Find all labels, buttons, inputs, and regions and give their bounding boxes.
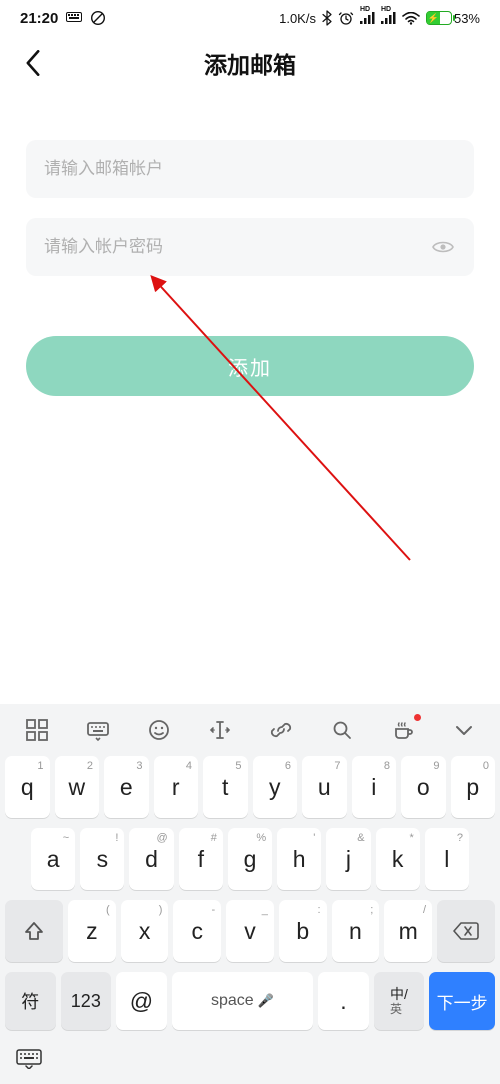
- toggle-password-visibility-button[interactable]: [430, 233, 456, 261]
- battery-percent: 53%: [454, 11, 480, 26]
- kb-row-3: (z)x-c_v:b;n/m: [5, 900, 495, 962]
- kb-tool-collapse-icon[interactable]: [442, 708, 486, 752]
- status-net-speed: 1.0K/s: [279, 11, 316, 26]
- kb-language-key[interactable]: 中/英: [374, 972, 425, 1030]
- kb-shift-key[interactable]: [5, 900, 63, 962]
- kb-key-e[interactable]: 3e: [104, 756, 149, 818]
- do-not-disturb-icon: [90, 10, 106, 26]
- ime-indicator-icon: [66, 12, 82, 24]
- kb-numeric-key[interactable]: 123: [61, 972, 112, 1030]
- kb-key-j[interactable]: &j: [326, 828, 370, 890]
- account-field-wrap[interactable]: [26, 140, 474, 198]
- kb-backspace-key[interactable]: [437, 900, 495, 962]
- keyboard-toolbar: [0, 704, 500, 756]
- kb-tool-cursor-icon[interactable]: [198, 708, 242, 752]
- add-submit-button[interactable]: 添加: [26, 336, 474, 396]
- kb-tool-link-icon[interactable]: [259, 708, 303, 752]
- kb-tool-search-icon[interactable]: [320, 708, 364, 752]
- kb-tool-keyboard-icon[interactable]: [76, 708, 120, 752]
- kb-key-o[interactable]: 9o: [401, 756, 446, 818]
- soft-keyboard: 1q2w3e4r5t6y7u8i9o0p ~a!s@d#f%g'h&j*k?l …: [0, 704, 500, 1084]
- bluetooth-icon: [322, 10, 332, 26]
- kb-key-u[interactable]: 7u: [302, 756, 347, 818]
- status-bar: 21:20 1.0K/s HD HD: [0, 0, 500, 36]
- kb-key-r[interactable]: 4r: [154, 756, 199, 818]
- signal-2-icon: HD: [381, 12, 396, 24]
- kb-at-key[interactable]: @: [116, 972, 167, 1030]
- kb-key-s[interactable]: !s: [80, 828, 124, 890]
- alarm-icon: [338, 10, 354, 26]
- kb-key-h[interactable]: 'h: [277, 828, 321, 890]
- kb-key-g[interactable]: %g: [228, 828, 272, 890]
- kb-key-c[interactable]: -c: [173, 900, 221, 962]
- kb-tool-grid-icon[interactable]: [15, 708, 59, 752]
- kb-key-z[interactable]: (z: [68, 900, 116, 962]
- password-input[interactable]: [44, 237, 430, 257]
- kb-key-b[interactable]: :b: [279, 900, 327, 962]
- kb-key-w[interactable]: 2w: [55, 756, 100, 818]
- eye-icon: [431, 235, 455, 259]
- kb-key-p[interactable]: 0p: [451, 756, 496, 818]
- form-area: 添加: [0, 90, 500, 396]
- kb-symbol-key[interactable]: 符: [5, 972, 56, 1030]
- shift-icon: [23, 920, 45, 942]
- kb-key-f[interactable]: #f: [179, 828, 223, 890]
- kb-key-a[interactable]: ~a: [31, 828, 75, 890]
- kb-row-4: 符 123 @ space🎤 . 中/英 下一步: [5, 972, 495, 1030]
- password-field-wrap[interactable]: [26, 218, 474, 276]
- kb-row-2: ~a!s@d#f%g'h&j*k?l: [5, 828, 495, 890]
- mic-icon: 🎤: [258, 993, 274, 1008]
- kb-space-key[interactable]: space🎤: [172, 972, 314, 1030]
- kb-bottom-bar: [0, 1040, 500, 1078]
- backspace-icon: [453, 921, 479, 941]
- kb-next-action-key[interactable]: 下一步: [429, 972, 495, 1030]
- kb-key-x[interactable]: )x: [121, 900, 169, 962]
- email-account-input[interactable]: [44, 159, 456, 179]
- kb-key-i[interactable]: 8i: [352, 756, 397, 818]
- kb-hide-button[interactable]: [14, 1046, 44, 1072]
- wifi-icon: [402, 12, 420, 25]
- kb-key-t[interactable]: 5t: [203, 756, 248, 818]
- kb-key-d[interactable]: @d: [129, 828, 173, 890]
- kb-tool-coffee-icon[interactable]: [381, 708, 425, 752]
- kb-dot-key[interactable]: .: [318, 972, 369, 1030]
- kb-tool-emoji-icon[interactable]: [137, 708, 181, 752]
- kb-key-l[interactable]: ?l: [425, 828, 469, 890]
- keyboard-hide-icon: [16, 1049, 42, 1069]
- header: 添加邮箱: [0, 36, 500, 90]
- kb-key-m[interactable]: /m: [384, 900, 432, 962]
- status-time: 21:20: [20, 10, 58, 27]
- kb-key-y[interactable]: 6y: [253, 756, 298, 818]
- kb-key-n[interactable]: ;n: [332, 900, 380, 962]
- kb-key-q[interactable]: 1q: [5, 756, 50, 818]
- kb-key-k[interactable]: *k: [376, 828, 420, 890]
- signal-1-icon: HD: [360, 12, 375, 24]
- kb-row-1: 1q2w3e4r5t6y7u8i9o0p: [5, 756, 495, 818]
- kb-key-v[interactable]: _v: [226, 900, 274, 962]
- page-title: 添加邮箱: [10, 46, 490, 80]
- notification-dot: [414, 714, 421, 721]
- battery-indicator: ⚡ 53%: [426, 11, 480, 26]
